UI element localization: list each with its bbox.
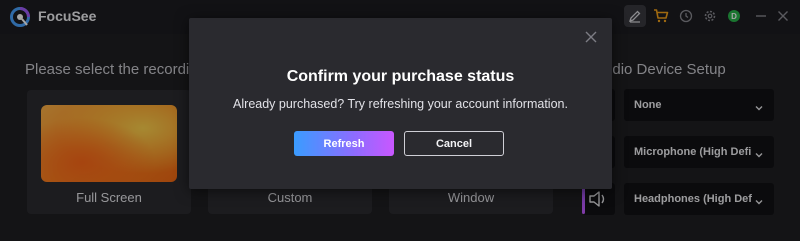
dialog-title: Confirm your purchase status — [286, 68, 515, 85]
cancel-button[interactable]: Cancel — [404, 131, 504, 156]
refresh-button[interactable]: Refresh — [294, 131, 394, 156]
dialog-message: Already purchased? Try refreshing your a… — [233, 97, 568, 111]
dialog-close-icon[interactable] — [584, 30, 598, 44]
purchase-status-dialog: Confirm your purchase status Already pur… — [189, 18, 612, 189]
